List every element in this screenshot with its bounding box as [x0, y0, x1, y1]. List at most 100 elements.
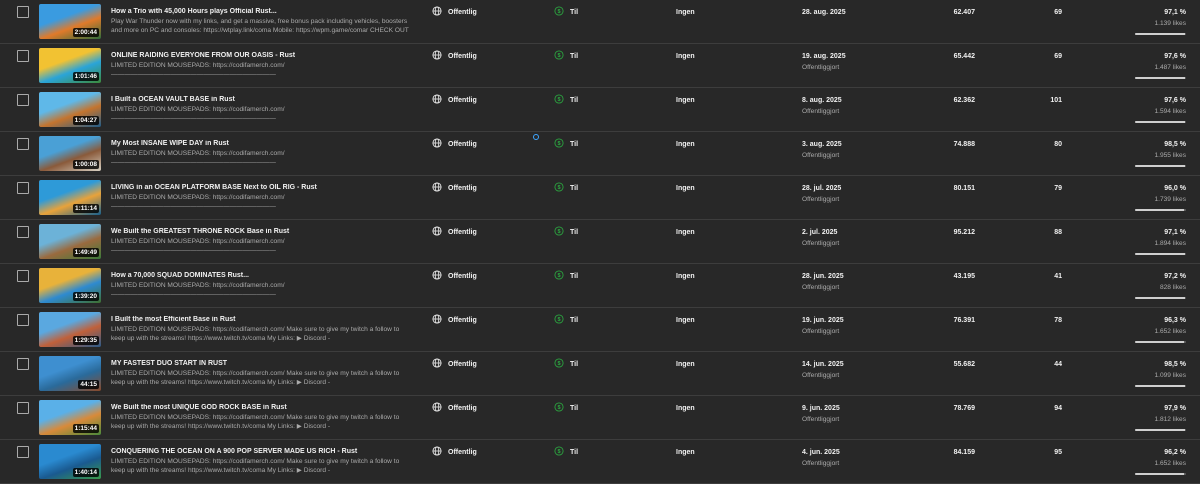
visibility-cell[interactable]: Offentlig	[432, 6, 477, 18]
likes-percentage: 97,1 %	[1164, 9, 1186, 16]
video-title[interactable]: We Built the GREATEST THRONE ROCK Base i…	[111, 228, 411, 235]
video-title[interactable]: ONLINE RAIDING EVERYONE FROM OUR OASIS -…	[111, 52, 411, 59]
video-row[interactable]: 1:15:44 We Built the most UNIQUE GOD ROC…	[0, 396, 1200, 440]
video-thumbnail[interactable]: 1:11:14	[39, 180, 101, 215]
video-title[interactable]: We Built the most UNIQUE GOD ROCK BASE i…	[111, 404, 411, 411]
video-title[interactable]: I Built a OCEAN VAULT BASE in Rust	[111, 96, 411, 103]
monetization-label: Til	[570, 272, 579, 280]
video-description: Play War Thunder now with my links, and …	[111, 18, 409, 34]
svg-text:$: $	[557, 97, 560, 103]
globe-icon	[432, 226, 442, 238]
video-row[interactable]: 1:11:14 LIVING in an OCEAN PLATFORM BASE…	[0, 176, 1200, 220]
monetization-label: Til	[570, 360, 579, 368]
video-row[interactable]: 1:49:49 We Built the GREATEST THRONE ROC…	[0, 220, 1200, 264]
video-title[interactable]: I Built the most Efficient Base in Rust	[111, 316, 411, 323]
row-checkbox[interactable]	[17, 226, 29, 238]
video-thumbnail[interactable]: 1:15:44	[39, 400, 101, 435]
video-thumbnail[interactable]: 1:40:14	[39, 444, 101, 479]
row-checkbox[interactable]	[17, 270, 29, 282]
video-title[interactable]: How a 70,000 SQUAD DOMINATES Rust...	[111, 272, 411, 279]
video-row[interactable]: 1:01:46 ONLINE RAIDING EVERYONE FROM OUR…	[0, 44, 1200, 88]
likes-percentage: 97,9 %	[1164, 405, 1186, 412]
monetization-cell[interactable]: $ Til	[554, 402, 578, 414]
video-row[interactable]: 1:29:35 I Built the most Efficient Base …	[0, 308, 1200, 352]
restrictions-label: Ingen	[676, 273, 695, 280]
globe-icon	[432, 446, 442, 458]
publish-status: Offentliggjort	[802, 108, 840, 115]
publish-status: Offentliggjort	[802, 284, 840, 291]
video-row[interactable]: 1:39:20 How a 70,000 SQUAD DOMINATES Rus…	[0, 264, 1200, 308]
monetization-cell[interactable]: $ Til	[554, 138, 578, 150]
monetization-cell[interactable]: $ Til	[554, 94, 578, 106]
row-checkbox[interactable]	[17, 402, 29, 414]
video-thumbnail[interactable]: 1:04:27	[39, 92, 101, 127]
svg-text:$: $	[557, 53, 560, 59]
monetization-cell[interactable]: $ Til	[554, 446, 578, 458]
monetization-cell[interactable]: $ Til	[554, 270, 578, 282]
visibility-label: Offentlig	[448, 316, 477, 324]
likes-percentage: 98,5 %	[1164, 141, 1186, 148]
svg-text:$: $	[557, 141, 560, 147]
visibility-cell[interactable]: Offentlig	[432, 270, 477, 282]
likes-ratio-bar	[1135, 209, 1186, 211]
monetization-cell[interactable]: $ Til	[554, 358, 578, 370]
visibility-cell[interactable]: Offentlig	[432, 446, 477, 458]
video-thumbnail[interactable]: 1:01:46	[39, 48, 101, 83]
video-thumbnail[interactable]: 44:15	[39, 356, 101, 391]
row-checkbox[interactable]	[17, 182, 29, 194]
row-checkbox[interactable]	[17, 94, 29, 106]
video-title[interactable]: LIVING in an OCEAN PLATFORM BASE Next to…	[111, 184, 411, 191]
row-checkbox[interactable]	[17, 50, 29, 62]
publish-date: 14. jun. 2025	[802, 361, 844, 368]
svg-text:$: $	[557, 9, 560, 15]
publish-status: Offentliggjort	[802, 196, 840, 203]
likes-ratio-bar	[1135, 473, 1186, 475]
row-checkbox[interactable]	[17, 314, 29, 326]
dollar-circle-icon: $	[554, 358, 564, 370]
monetization-cell[interactable]: $ Til	[554, 314, 578, 326]
video-row[interactable]: 1:00:08 My Most INSANE WIPE DAY in Rust …	[0, 132, 1200, 176]
visibility-cell[interactable]: Offentlig	[432, 94, 477, 106]
video-title[interactable]: How a Trio with 45,000 Hours plays Offic…	[111, 8, 411, 15]
visibility-cell[interactable]: Offentlig	[432, 182, 477, 194]
views-count: 76.391	[953, 317, 975, 324]
video-thumbnail[interactable]: 2:00:44	[39, 4, 101, 39]
row-checkbox[interactable]	[17, 138, 29, 150]
dollar-circle-icon: $	[554, 6, 564, 18]
dollar-circle-icon: $	[554, 50, 564, 62]
dollar-circle-icon: $	[554, 182, 564, 194]
monetization-cell[interactable]: $ Til	[554, 182, 578, 194]
video-title[interactable]: MY FASTEST DUO START IN RUST	[111, 360, 411, 367]
video-row[interactable]: 1:04:27 I Built a OCEAN VAULT BASE in Ru…	[0, 88, 1200, 132]
video-title[interactable]: CONQUERING THE OCEAN ON A 900 POP SERVER…	[111, 448, 411, 455]
dollar-circle-icon: $	[554, 270, 564, 282]
mouse-cursor-indicator	[533, 134, 539, 140]
visibility-cell[interactable]: Offentlig	[432, 138, 477, 150]
video-row[interactable]: 44:15 MY FASTEST DUO START IN RUST LIMIT…	[0, 352, 1200, 396]
publish-status: Offentliggjort	[802, 64, 840, 71]
video-duration: 1:40:14	[72, 468, 99, 477]
video-row[interactable]: 2:00:44 How a Trio with 45,000 Hours pla…	[0, 0, 1200, 44]
monetization-cell[interactable]: $ Til	[554, 226, 578, 238]
views-count: 62.362	[953, 97, 975, 104]
views-count: 74.888	[953, 141, 975, 148]
video-row[interactable]: 1:40:14 CONQUERING THE OCEAN ON A 900 PO…	[0, 440, 1200, 484]
visibility-cell[interactable]: Offentlig	[432, 314, 477, 326]
restrictions-label: Ingen	[676, 361, 695, 368]
visibility-cell[interactable]: Offentlig	[432, 226, 477, 238]
row-checkbox[interactable]	[17, 446, 29, 458]
visibility-cell[interactable]: Offentlig	[432, 50, 477, 62]
row-checkbox[interactable]	[17, 358, 29, 370]
video-thumbnail[interactable]: 1:49:49	[39, 224, 101, 259]
likes-ratio-bar	[1135, 341, 1186, 343]
video-thumbnail[interactable]: 1:39:20	[39, 268, 101, 303]
monetization-cell[interactable]: $ Til	[554, 50, 578, 62]
visibility-cell[interactable]: Offentlig	[432, 402, 477, 414]
visibility-cell[interactable]: Offentlig	[432, 358, 477, 370]
video-title[interactable]: My Most INSANE WIPE DAY in Rust	[111, 140, 411, 147]
monetization-cell[interactable]: $ Til	[554, 6, 578, 18]
row-checkbox[interactable]	[17, 6, 29, 18]
likes-ratio-fill	[1135, 385, 1186, 387]
video-thumbnail[interactable]: 1:00:08	[39, 136, 101, 171]
video-thumbnail[interactable]: 1:29:35	[39, 312, 101, 347]
